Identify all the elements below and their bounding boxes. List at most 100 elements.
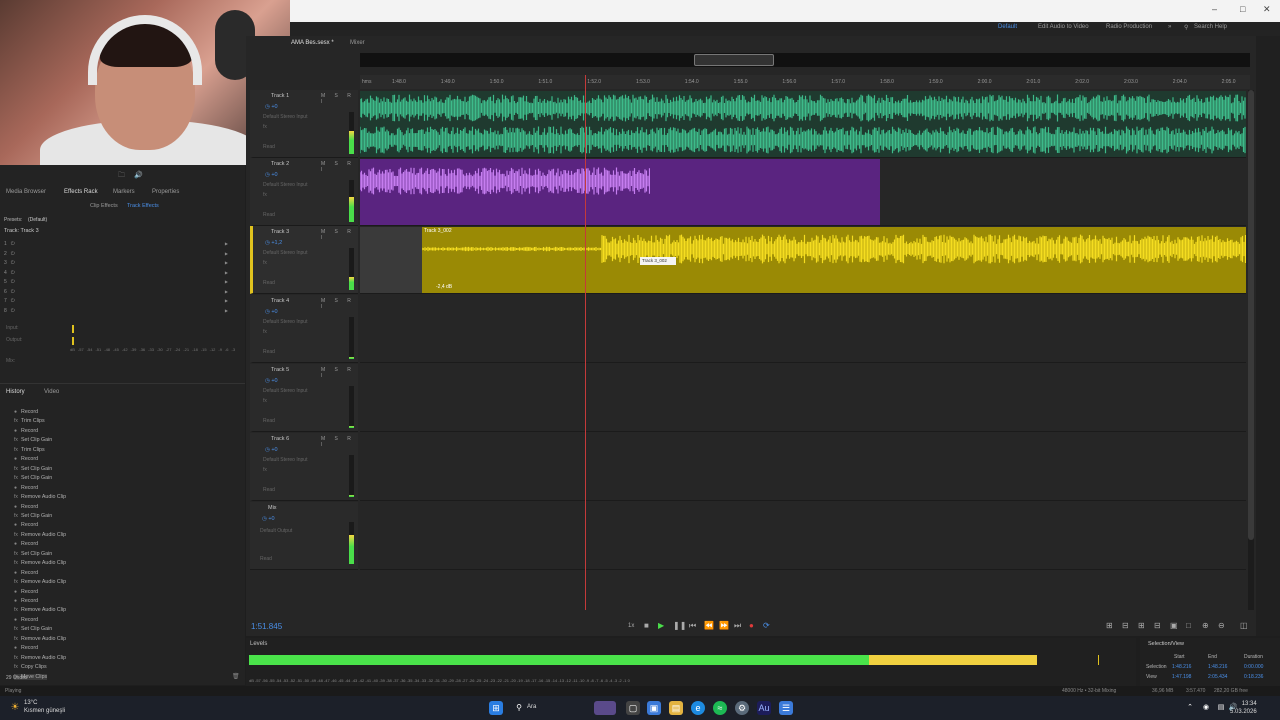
audition-icon[interactable]: Au [757, 701, 771, 715]
audio-clip-track3[interactable]: Track 3_002 -2,4 dB [422, 227, 1246, 293]
rack-slot[interactable]: 3 ⏻ ▶ [4, 260, 230, 268]
weather-icon[interactable]: ☀ [8, 701, 22, 715]
workspace-edit-audio-to-video[interactable]: Edit Audio to Video [1038, 24, 1089, 30]
audio-clip[interactable] [360, 91, 1246, 157]
start-icon[interactable]: ⊞ [489, 701, 503, 715]
spotify-icon[interactable]: ≈ [713, 701, 727, 715]
track-input[interactable]: Default Stereo Input [263, 457, 307, 463]
tab-properties[interactable]: Properties [152, 189, 179, 195]
slot-menu-arrow-icon[interactable]: ▶ [225, 289, 228, 294]
mic-tray-icon[interactable]: ◉ [1199, 701, 1213, 715]
tab-mixer[interactable]: Mixer [350, 40, 365, 46]
track-header[interactable]: Track 2 M S R I ◷ +0 Default Stereo Input fx… [250, 158, 358, 226]
mix-output[interactable]: Default Output [260, 528, 292, 534]
playback-speed[interactable]: 1x [628, 623, 634, 629]
zoom-out-amplitude-icon[interactable]: ⊟ [1122, 621, 1129, 630]
track-automation[interactable]: Read [263, 144, 275, 150]
play-icon[interactable]: ▶ [658, 621, 664, 630]
track-automation[interactable]: Read [263, 212, 275, 218]
selection-duration[interactable]: 0:00.000 [1244, 664, 1263, 670]
overview-thumb[interactable] [694, 54, 774, 66]
history-item[interactable]: ● Record [14, 541, 38, 547]
history-item[interactable]: fx Copy Clips [14, 664, 47, 670]
history-item[interactable]: ● Record [14, 504, 38, 510]
history-item[interactable]: ● Record [14, 522, 38, 528]
docs-icon[interactable]: ☰ [779, 701, 793, 715]
view-end[interactable]: 2:05.434 [1208, 674, 1227, 680]
track-name[interactable]: Track 6 [271, 436, 289, 442]
track-name[interactable]: Track 5 [271, 367, 289, 373]
rack-slot[interactable]: 5 ⏻ ▶ [4, 279, 230, 287]
history-item[interactable]: fx Remove Audio Clip [14, 655, 66, 661]
track-input[interactable]: Default Stereo Input [263, 388, 307, 394]
go-to-end-icon[interactable]: ⏭ [734, 621, 741, 631]
track-lane[interactable] [360, 433, 1246, 501]
power-icon[interactable]: ⏻ [11, 298, 15, 304]
time-ruler[interactable]: hms 1:48.0 1:49.0 1:50.0 1:51.0 1:52.0 1:53.0… [360, 75, 1250, 89]
track-input[interactable]: Default Stereo Input [263, 319, 307, 325]
history-item[interactable]: fx Trim Clips [14, 447, 45, 453]
zoom-in-amplitude-icon[interactable]: ⊞ [1106, 621, 1113, 630]
history-item[interactable]: fx Remove Audio Clip [14, 560, 66, 566]
slot-menu-arrow-icon[interactable]: ▶ [225, 298, 228, 303]
folder-icon[interactable]: 🗀 [118, 171, 125, 182]
tab-effects-rack[interactable]: Effects Rack [64, 189, 98, 195]
track-header[interactable]: Track 3 M S R I ◷ +1,2 Default Stereo Input… [250, 226, 358, 294]
close-icon[interactable]: ✕ [1263, 4, 1271, 15]
track-input[interactable]: Default Stereo Input [263, 114, 307, 120]
view-duration[interactable]: 0:18.236 [1244, 674, 1263, 680]
volume-knob[interactable]: ◷ +0 [265, 378, 278, 384]
volume-knob[interactable]: ◷ +0 [265, 447, 278, 453]
tab-video[interactable]: Video [44, 389, 59, 395]
pause-icon[interactable]: ❚❚ [673, 621, 686, 630]
power-icon[interactable]: ⏻ [11, 270, 15, 276]
history-item[interactable]: fx Set Clip Gain [14, 466, 52, 472]
audio-clip[interactable] [360, 159, 880, 225]
maximize-icon[interactable]: □ [1240, 4, 1245, 14]
rack-slot[interactable]: 7 ⏻ ▶ [4, 298, 230, 306]
history-item[interactable]: fx Set Clip Gain [14, 513, 52, 519]
track-header[interactable]: Track 5 M S R I ◷ +0 Default Stereo Input fx… [250, 364, 358, 432]
track-name[interactable]: Track 2 [271, 161, 289, 167]
selection-end[interactable]: 1:48.216 [1208, 664, 1227, 670]
history-item[interactable]: ● Record [14, 617, 38, 623]
tray-chevron-icon[interactable]: ⌃ [1183, 701, 1197, 715]
zoom-fit-icon[interactable]: ◫ [1240, 621, 1248, 630]
track-automation[interactable]: Read [263, 280, 275, 286]
search-icon[interactable]: ⚲ [512, 701, 526, 715]
zoom-out-icon[interactable]: ⊖ [1218, 621, 1225, 630]
minimize-icon[interactable]: – [1212, 4, 1217, 14]
track-header[interactable]: Track 4 M S R I ◷ +0 Default Stereo Input fx… [250, 295, 358, 363]
search-icon[interactable]: ⚲ [1184, 24, 1188, 31]
search-help-input[interactable]: Search Help [1194, 24, 1227, 30]
stop-icon[interactable]: ■ [644, 621, 649, 630]
track-name[interactable]: Track 4 [271, 298, 289, 304]
workspace-more-icon[interactable]: » [1168, 24, 1171, 30]
track-fx[interactable]: fx [263, 192, 267, 198]
power-icon[interactable]: ⏻ [11, 241, 15, 247]
go-to-start-icon[interactable]: ⏮ [689, 621, 696, 631]
history-item[interactable]: fx Remove Audio Clip [14, 607, 66, 613]
weather-widget[interactable]: 13°C Kısmen güneşli [24, 699, 65, 715]
track-name[interactable]: Track 1 [271, 93, 289, 99]
taskbar-search[interactable]: Ara [527, 704, 536, 710]
subtab-track-effects[interactable]: Track Effects [127, 203, 159, 209]
track-header[interactable]: Track 1 M S R I ◷ +0 Default Stereo Input fx… [250, 90, 358, 158]
playhead[interactable] [585, 75, 586, 610]
workspace-radio-production[interactable]: Radio Production [1106, 24, 1152, 30]
power-icon[interactable]: ⏻ [11, 251, 15, 257]
view-start[interactable]: 1:47.198 [1172, 674, 1191, 680]
subtab-clip-effects[interactable]: Clip Effects [90, 203, 118, 209]
history-item[interactable]: fx Set Clip Gain [14, 437, 52, 443]
tab-media-browser[interactable]: Media Browser [6, 189, 46, 195]
track-fx[interactable]: fx [263, 124, 267, 130]
zoom-selection-icon[interactable]: □ [1186, 621, 1191, 630]
track-automation[interactable]: Read [263, 349, 275, 355]
history-item[interactable]: fx Remove Audio Clip [14, 494, 66, 500]
volume-knob[interactable]: ◷ +0 [265, 309, 278, 315]
zoom-in-icon[interactable]: ⊕ [1202, 621, 1209, 630]
track-header[interactable]: Track 6 M S R I ◷ +0 Default Stereo Input fx… [250, 433, 358, 501]
track-msr-buttons[interactable]: M S R I [321, 229, 358, 241]
edge-icon[interactable]: e [691, 701, 705, 715]
track-msr-buttons[interactable]: M S R I [321, 298, 358, 310]
